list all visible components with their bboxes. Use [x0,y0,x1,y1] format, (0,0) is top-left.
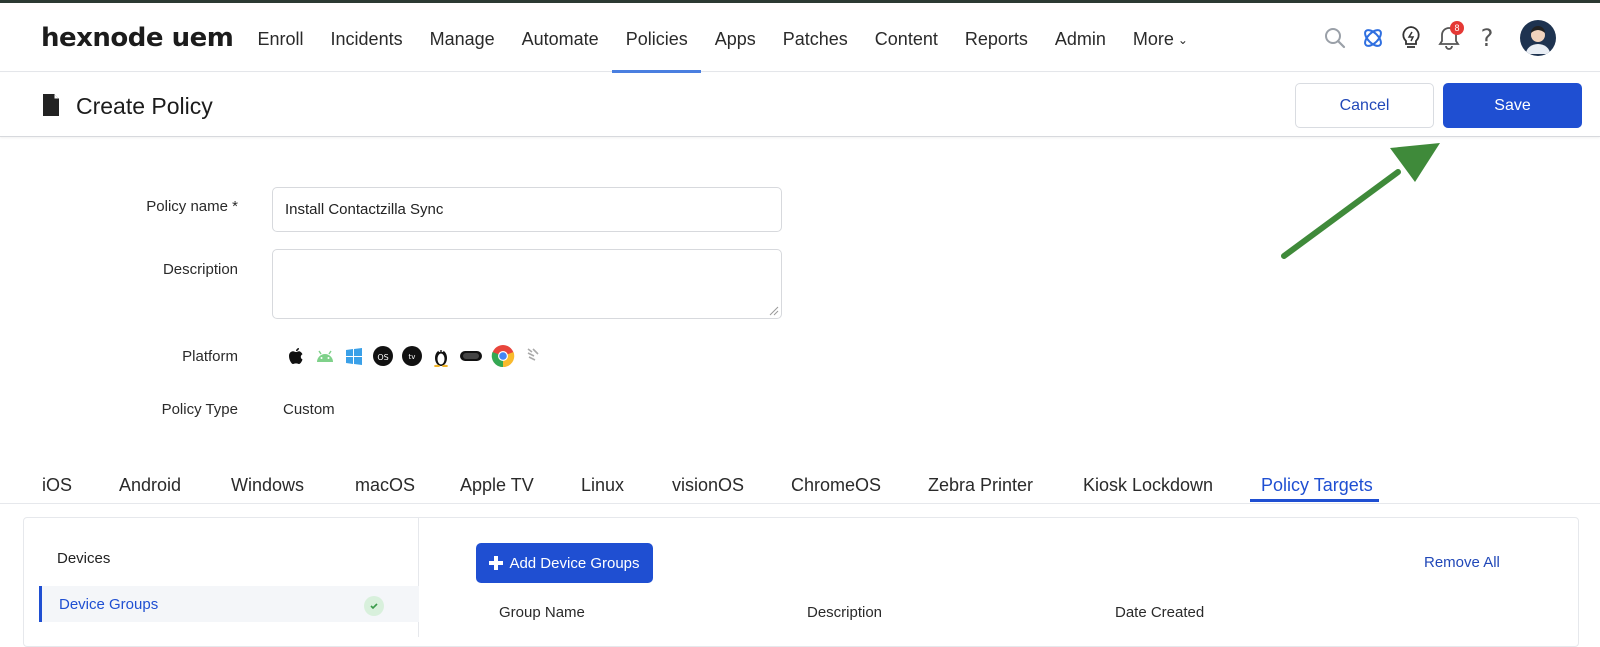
android-icon [313,344,336,367]
description-label: Description [162,261,238,278]
nav-more-label: More [1132,29,1174,49]
tab-ios[interactable]: iOS [42,475,72,496]
remove-all-link[interactable]: Remove All [1424,554,1500,571]
nav-item-automate[interactable]: Automate [508,3,612,72]
platform-tabs: iOS Android Windows macOS Apple TV Linux… [0,462,1600,504]
add-device-groups-label: Add Device Groups [509,554,640,572]
active-tab-indicator [1250,499,1379,502]
zebra-icon [521,344,544,367]
tab-kiosk-lockdown[interactable]: Kiosk Lockdown [1083,475,1213,496]
column-header-group-name[interactable]: Group Name [499,604,585,621]
policy-type-label: Policy Type [161,401,238,418]
chrome-icon [490,343,515,368]
cancel-button[interactable]: Cancel [1295,83,1434,128]
document-icon [41,93,61,122]
hexnode-logo[interactable]: hexnode uem [41,23,234,53]
help-icon[interactable]: ? [1474,23,1500,53]
nav-item-incidents[interactable]: Incidents [317,3,416,72]
platform-label: Platform [182,348,238,365]
visionos-icon [458,344,484,367]
check-icon [364,596,384,616]
tab-android[interactable]: Android [119,475,181,496]
add-device-groups-button[interactable]: Add Device Groups [476,543,653,583]
side-item-device-groups[interactable]: Device Groups [39,586,419,622]
main-nav: Enroll Incidents Manage Automate Policie… [244,3,1201,73]
nav-item-enroll[interactable]: Enroll [244,3,317,72]
tab-apple-tv[interactable]: Apple TV [460,475,534,496]
description-textarea[interactable] [272,249,782,319]
annotation-arrow [1281,143,1440,259]
tab-visionos[interactable]: visionOS [672,475,744,496]
plus-icon [489,556,504,570]
notification-badge: 8 [1450,21,1464,35]
platform-icons: OS tv [284,343,544,368]
header-actions: 8 ? [1322,20,1556,56]
nav-item-patches[interactable]: Patches [769,3,861,72]
resize-handle-icon[interactable] [769,306,779,316]
lightbulb-icon[interactable] [1398,23,1424,53]
column-header-description[interactable]: Description [807,604,882,621]
tab-chromeos[interactable]: ChromeOS [791,475,881,496]
save-button[interactable]: Save [1443,83,1582,128]
policy-type-value: Custom [283,401,335,418]
page-header: Create Policy Cancel Save [0,73,1600,137]
tab-zebra-printer[interactable]: Zebra Printer [928,475,1033,496]
column-header-date-created[interactable]: Date Created [1115,604,1204,621]
tab-macos[interactable]: macOS [355,475,415,496]
apple-icon [284,344,307,367]
policy-name-value: Install Contactzilla Sync [285,201,444,218]
tab-policy-targets[interactable]: Policy Targets [1261,475,1373,496]
nav-item-apps[interactable]: Apps [701,3,769,72]
policy-name-input[interactable]: Install Contactzilla Sync [272,187,782,232]
avatar[interactable] [1520,20,1556,56]
search-icon[interactable] [1322,23,1348,53]
chevron-down-icon: ⌄ [1177,33,1188,48]
bell-icon[interactable]: 8 [1436,21,1464,53]
tab-windows[interactable]: Windows [231,475,304,496]
apple-tv-icon: tv [400,344,423,367]
policy-name-label: Policy name * [146,198,238,215]
linux-icon [429,344,452,367]
nav-item-more[interactable]: More ⌄ [1119,3,1201,72]
svg-text:tv: tv [408,353,415,361]
nav-item-policies[interactable]: Policies [612,3,702,73]
svg-text:OS: OS [377,353,388,362]
page-title: Create Policy [76,93,213,119]
nav-item-admin[interactable]: Admin [1041,3,1119,72]
top-header: hexnode uem Enroll Incidents Manage Auto… [0,3,1600,73]
nav-item-content[interactable]: Content [861,3,951,72]
hexnode-ai-icon[interactable] [1360,23,1386,53]
macos-icon: OS [371,344,394,367]
tab-linux[interactable]: Linux [581,475,624,496]
nav-item-reports[interactable]: Reports [951,3,1041,72]
windows-icon [342,344,365,367]
nav-item-manage[interactable]: Manage [416,3,508,72]
side-item-devices[interactable]: Devices [39,540,419,576]
